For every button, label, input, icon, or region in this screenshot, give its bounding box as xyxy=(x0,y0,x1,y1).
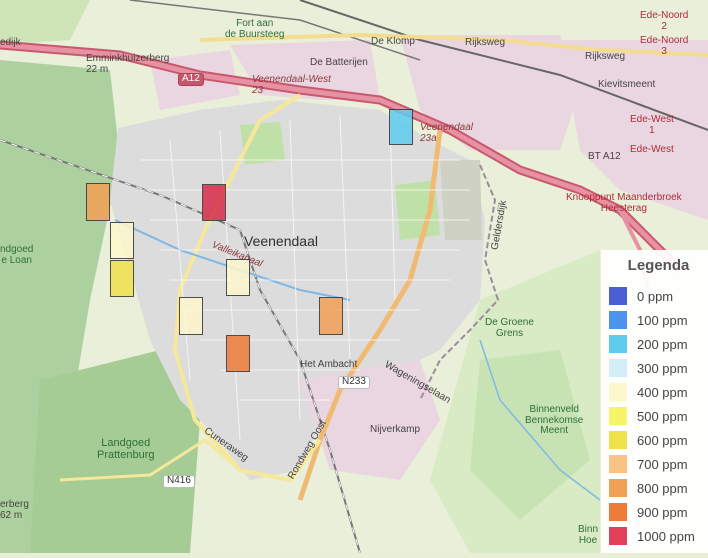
legend-label: 400 ppm xyxy=(637,384,688,400)
map-label: Landgoed Prattenburg xyxy=(97,437,155,461)
legend-swatch xyxy=(609,383,627,401)
legend-swatch xyxy=(609,359,627,377)
legend-item: 200 ppm xyxy=(609,332,708,356)
sensor-cell-400ppm[interactable] xyxy=(110,222,134,259)
map-label: erberg 62 m xyxy=(0,499,29,521)
legend-swatch xyxy=(609,335,627,353)
legend-label: 500 ppm xyxy=(637,408,688,424)
map-label: Ede-West xyxy=(630,144,674,155)
map-label: Binnenveld Bennekomse Meent xyxy=(525,404,584,436)
legend-swatch xyxy=(609,407,627,425)
legend-label: 0 ppm xyxy=(637,288,674,304)
legend-item: 300 ppm xyxy=(609,356,708,380)
legend-swatch xyxy=(609,503,627,521)
legend-item: 100 ppm xyxy=(609,308,708,332)
map-label: De Batterijen xyxy=(310,57,368,68)
sensor-cell-400ppm[interactable] xyxy=(226,259,250,296)
sensor-cell-1000ppm[interactable] xyxy=(202,184,226,221)
legend-item: 1000 ppm xyxy=(609,524,708,548)
map-label: N416 xyxy=(163,475,195,488)
legend-swatch xyxy=(609,455,627,473)
legend-panel: Legenda 0 ppm 100 ppm 200 ppm 300 ppm 400 pp… xyxy=(601,250,708,553)
sensor-cell-600ppm[interactable] xyxy=(110,260,134,297)
legend-swatch xyxy=(609,311,627,329)
map-label: Binn Hoe xyxy=(578,524,599,546)
legend-title: Legenda xyxy=(627,257,690,274)
map-label: Nijverkamp xyxy=(370,424,421,435)
map-label: Het Ambacht xyxy=(300,359,358,370)
sensor-cell-200ppm[interactable] xyxy=(389,109,413,145)
legend-item: 600 ppm xyxy=(609,428,708,452)
sensor-cell-400ppm[interactable] xyxy=(179,297,203,335)
map-label: BT A12 xyxy=(588,151,621,162)
map-label: De Groene Grens xyxy=(485,317,534,339)
legend-item: 800 ppm xyxy=(609,476,708,500)
map-label: Ede-West 1 xyxy=(630,114,674,136)
legend-item: 0 ppm xyxy=(609,284,708,308)
map-label: Kievitsmeent xyxy=(598,79,656,90)
legend-swatch xyxy=(609,287,627,305)
map-label: Emminkhuizerberg 22 m xyxy=(86,53,170,75)
map-label: Fort aan de Buursteeg xyxy=(225,18,285,40)
legend-swatch xyxy=(609,431,627,449)
legend-label: 200 ppm xyxy=(637,336,688,352)
legend-label: 600 ppm xyxy=(637,432,688,448)
legend-label: 300 ppm xyxy=(637,360,688,376)
sensor-cell-800ppm[interactable] xyxy=(86,183,110,221)
legend-label: 700 ppm xyxy=(637,456,688,472)
map-label: Ede-Noord 3 xyxy=(640,35,689,57)
map-label: Veenendaal-West 23 xyxy=(252,74,331,96)
map-label: Knooppunt Maanderbroek Heesterag xyxy=(566,192,682,214)
legend-swatch xyxy=(609,479,627,497)
map-label: Ede-Noord 2 xyxy=(640,10,689,32)
map-label: Rijksweg xyxy=(465,37,506,48)
sensor-cell-900ppm[interactable] xyxy=(226,335,250,372)
legend-label: 800 ppm xyxy=(637,480,688,496)
legend-label: 1000 ppm xyxy=(637,528,695,544)
map-label: edijk xyxy=(0,37,21,48)
map-label: N233 xyxy=(338,376,370,389)
map-label: ndgoed e Loan xyxy=(0,244,34,266)
legend-item: 500 ppm xyxy=(609,404,708,428)
legend-swatch xyxy=(609,527,627,545)
map-label: A12 xyxy=(178,73,204,86)
map-label: De Klomp xyxy=(371,36,415,47)
legend-item: 900 ppm xyxy=(609,500,708,524)
legend-label: 900 ppm xyxy=(637,504,688,520)
map-label: Veenendaal 23a xyxy=(420,122,474,144)
town-label: Veenendaal xyxy=(244,233,318,249)
legend-item: 700 ppm xyxy=(609,452,708,476)
legend-item: 400 ppm xyxy=(609,380,708,404)
legend-label: 100 ppm xyxy=(637,312,688,328)
sensor-cell-800ppm[interactable] xyxy=(319,297,343,335)
map-label: Rijksweg xyxy=(585,51,626,62)
legend-list: 0 ppm 100 ppm 200 ppm 300 ppm 400 ppm 500 ppm… xyxy=(609,284,708,548)
